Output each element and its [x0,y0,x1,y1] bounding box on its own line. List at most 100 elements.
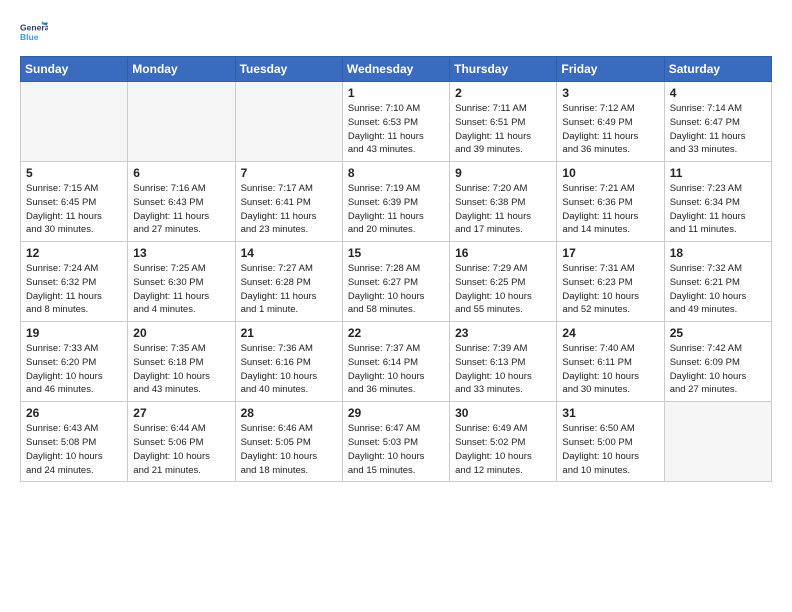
day-info: Sunrise: 7:37 AM Sunset: 6:14 PM Dayligh… [348,342,444,397]
day-info: Sunrise: 7:31 AM Sunset: 6:23 PM Dayligh… [562,262,658,317]
day-number: 29 [348,406,444,420]
day-number: 27 [133,406,229,420]
day-number: 1 [348,86,444,100]
calendar-cell: 28 Sunrise: 6:46 AM Sunset: 5:05 PM Dayli… [235,402,342,482]
day-info: Sunrise: 7:40 AM Sunset: 6:11 PM Dayligh… [562,342,658,397]
calendar-cell: 7Sunrise: 7:17 AM Sunset: 6:41 PM Daylig… [235,162,342,242]
calendar-cell: 21 Sunrise: 7:36 AM Sunset: 6:16 PM Dayli… [235,322,342,402]
calendar-cell [235,82,342,162]
day-number: 6 [133,166,229,180]
calendar-cell: 26 Sunrise: 6:43 AM Sunset: 5:08 PM Dayli… [21,402,128,482]
calendar-week-row: 12 Sunrise: 7:24 AM Sunset: 6:32 PM Dayli… [21,242,772,322]
day-info: Sunrise: 7:20 AM Sunset: 6:38 PM Dayligh… [455,182,551,237]
weekday-header-wednesday: Wednesday [342,57,449,82]
calendar-week-row: 5Sunrise: 7:15 AM Sunset: 6:45 PM Daylig… [21,162,772,242]
logo: General Blue [20,18,48,46]
day-info: Sunrise: 6:44 AM Sunset: 5:06 PM Dayligh… [133,422,229,477]
day-number: 7 [241,166,337,180]
calendar-cell: 13 Sunrise: 7:25 AM Sunset: 6:30 PM Dayli… [128,242,235,322]
day-info: Sunrise: 7:33 AM Sunset: 6:20 PM Dayligh… [26,342,122,397]
calendar-cell: 30Sunrise: 6:49 AM Sunset: 5:02 PM Dayli… [450,402,557,482]
weekday-header-friday: Friday [557,57,664,82]
calendar-week-row: 26 Sunrise: 6:43 AM Sunset: 5:08 PM Dayli… [21,402,772,482]
calendar-cell: 9Sunrise: 7:20 AM Sunset: 6:38 PM Daylig… [450,162,557,242]
day-info: Sunrise: 7:21 AM Sunset: 6:36 PM Dayligh… [562,182,658,237]
day-number: 4 [670,86,766,100]
day-info: Sunrise: 7:25 AM Sunset: 6:30 PM Dayligh… [133,262,229,317]
logo-icon: General Blue [20,18,48,46]
day-number: 28 [241,406,337,420]
day-info: Sunrise: 7:39 AM Sunset: 6:13 PM Dayligh… [455,342,551,397]
calendar-week-row: 19 Sunrise: 7:33 AM Sunset: 6:20 PM Dayli… [21,322,772,402]
day-number: 8 [348,166,444,180]
header: General Blue [20,18,772,46]
day-number: 31 [562,406,658,420]
day-info: Sunrise: 7:36 AM Sunset: 6:16 PM Dayligh… [241,342,337,397]
calendar-cell: 19 Sunrise: 7:33 AM Sunset: 6:20 PM Dayli… [21,322,128,402]
svg-text:Blue: Blue [20,32,39,42]
calendar-cell [664,402,771,482]
calendar-cell: 2 Sunrise: 7:11 AM Sunset: 6:51 PM Daylig… [450,82,557,162]
calendar-cell: 11Sunrise: 7:23 AM Sunset: 6:34 PM Dayli… [664,162,771,242]
calendar-table: SundayMondayTuesdayWednesdayThursdayFrid… [20,56,772,482]
day-info: Sunrise: 7:32 AM Sunset: 6:21 PM Dayligh… [670,262,766,317]
day-number: 24 [562,326,658,340]
calendar-cell: 3 Sunrise: 7:12 AM Sunset: 6:49 PM Daylig… [557,82,664,162]
day-info: Sunrise: 7:27 AM Sunset: 6:28 PM Dayligh… [241,262,337,317]
weekday-header-sunday: Sunday [21,57,128,82]
weekday-header-saturday: Saturday [664,57,771,82]
day-info: Sunrise: 7:35 AM Sunset: 6:18 PM Dayligh… [133,342,229,397]
calendar-cell: 5Sunrise: 7:15 AM Sunset: 6:45 PM Daylig… [21,162,128,242]
calendar-cell: 10Sunrise: 7:21 AM Sunset: 6:36 PM Dayli… [557,162,664,242]
day-number: 23 [455,326,551,340]
day-info: Sunrise: 7:16 AM Sunset: 6:43 PM Dayligh… [133,182,229,237]
calendar-cell: 22 Sunrise: 7:37 AM Sunset: 6:14 PM Dayli… [342,322,449,402]
calendar-cell: 12 Sunrise: 7:24 AM Sunset: 6:32 PM Dayli… [21,242,128,322]
day-info: Sunrise: 7:24 AM Sunset: 6:32 PM Dayligh… [26,262,122,317]
day-number: 13 [133,246,229,260]
calendar-cell [21,82,128,162]
day-number: 21 [241,326,337,340]
day-number: 20 [133,326,229,340]
day-info: Sunrise: 6:47 AM Sunset: 5:03 PM Dayligh… [348,422,444,477]
day-info: Sunrise: 7:14 AM Sunset: 6:47 PM Dayligh… [670,102,766,157]
day-number: 25 [670,326,766,340]
calendar-cell: 8Sunrise: 7:19 AM Sunset: 6:39 PM Daylig… [342,162,449,242]
day-info: Sunrise: 6:50 AM Sunset: 5:00 PM Dayligh… [562,422,658,477]
weekday-header-row: SundayMondayTuesdayWednesdayThursdayFrid… [21,57,772,82]
day-info: Sunrise: 6:46 AM Sunset: 5:05 PM Dayligh… [241,422,337,477]
day-number: 26 [26,406,122,420]
calendar-cell: 15Sunrise: 7:28 AM Sunset: 6:27 PM Dayli… [342,242,449,322]
calendar-cell: 20 Sunrise: 7:35 AM Sunset: 6:18 PM Dayli… [128,322,235,402]
page: General Blue SundayMondayTuesdayWednesda… [0,0,792,612]
calendar-cell: 29 Sunrise: 6:47 AM Sunset: 5:03 PM Dayli… [342,402,449,482]
calendar-cell: 27 Sunrise: 6:44 AM Sunset: 5:06 PM Dayli… [128,402,235,482]
calendar-cell: 17 Sunrise: 7:31 AM Sunset: 6:23 PM Dayli… [557,242,664,322]
calendar-cell: 31 Sunrise: 6:50 AM Sunset: 5:00 PM Dayli… [557,402,664,482]
day-number: 12 [26,246,122,260]
day-info: Sunrise: 6:43 AM Sunset: 5:08 PM Dayligh… [26,422,122,477]
weekday-header-monday: Monday [128,57,235,82]
calendar-cell: 4 Sunrise: 7:14 AM Sunset: 6:47 PM Daylig… [664,82,771,162]
day-info: Sunrise: 7:11 AM Sunset: 6:51 PM Dayligh… [455,102,551,157]
day-number: 17 [562,246,658,260]
day-number: 3 [562,86,658,100]
day-number: 18 [670,246,766,260]
day-number: 19 [26,326,122,340]
day-info: Sunrise: 7:42 AM Sunset: 6:09 PM Dayligh… [670,342,766,397]
weekday-header-tuesday: Tuesday [235,57,342,82]
calendar-cell: 25 Sunrise: 7:42 AM Sunset: 6:09 PM Dayli… [664,322,771,402]
day-info: Sunrise: 7:29 AM Sunset: 6:25 PM Dayligh… [455,262,551,317]
day-number: 2 [455,86,551,100]
weekday-header-thursday: Thursday [450,57,557,82]
day-info: Sunrise: 7:15 AM Sunset: 6:45 PM Dayligh… [26,182,122,237]
calendar-cell [128,82,235,162]
calendar-cell: 16 Sunrise: 7:29 AM Sunset: 6:25 PM Dayli… [450,242,557,322]
day-info: Sunrise: 7:12 AM Sunset: 6:49 PM Dayligh… [562,102,658,157]
calendar-cell: 24 Sunrise: 7:40 AM Sunset: 6:11 PM Dayli… [557,322,664,402]
calendar-week-row: 1Sunrise: 7:10 AM Sunset: 6:53 PM Daylig… [21,82,772,162]
day-number: 22 [348,326,444,340]
day-number: 16 [455,246,551,260]
calendar-cell: 23 Sunrise: 7:39 AM Sunset: 6:13 PM Dayli… [450,322,557,402]
calendar-cell: 6 Sunrise: 7:16 AM Sunset: 6:43 PM Daylig… [128,162,235,242]
